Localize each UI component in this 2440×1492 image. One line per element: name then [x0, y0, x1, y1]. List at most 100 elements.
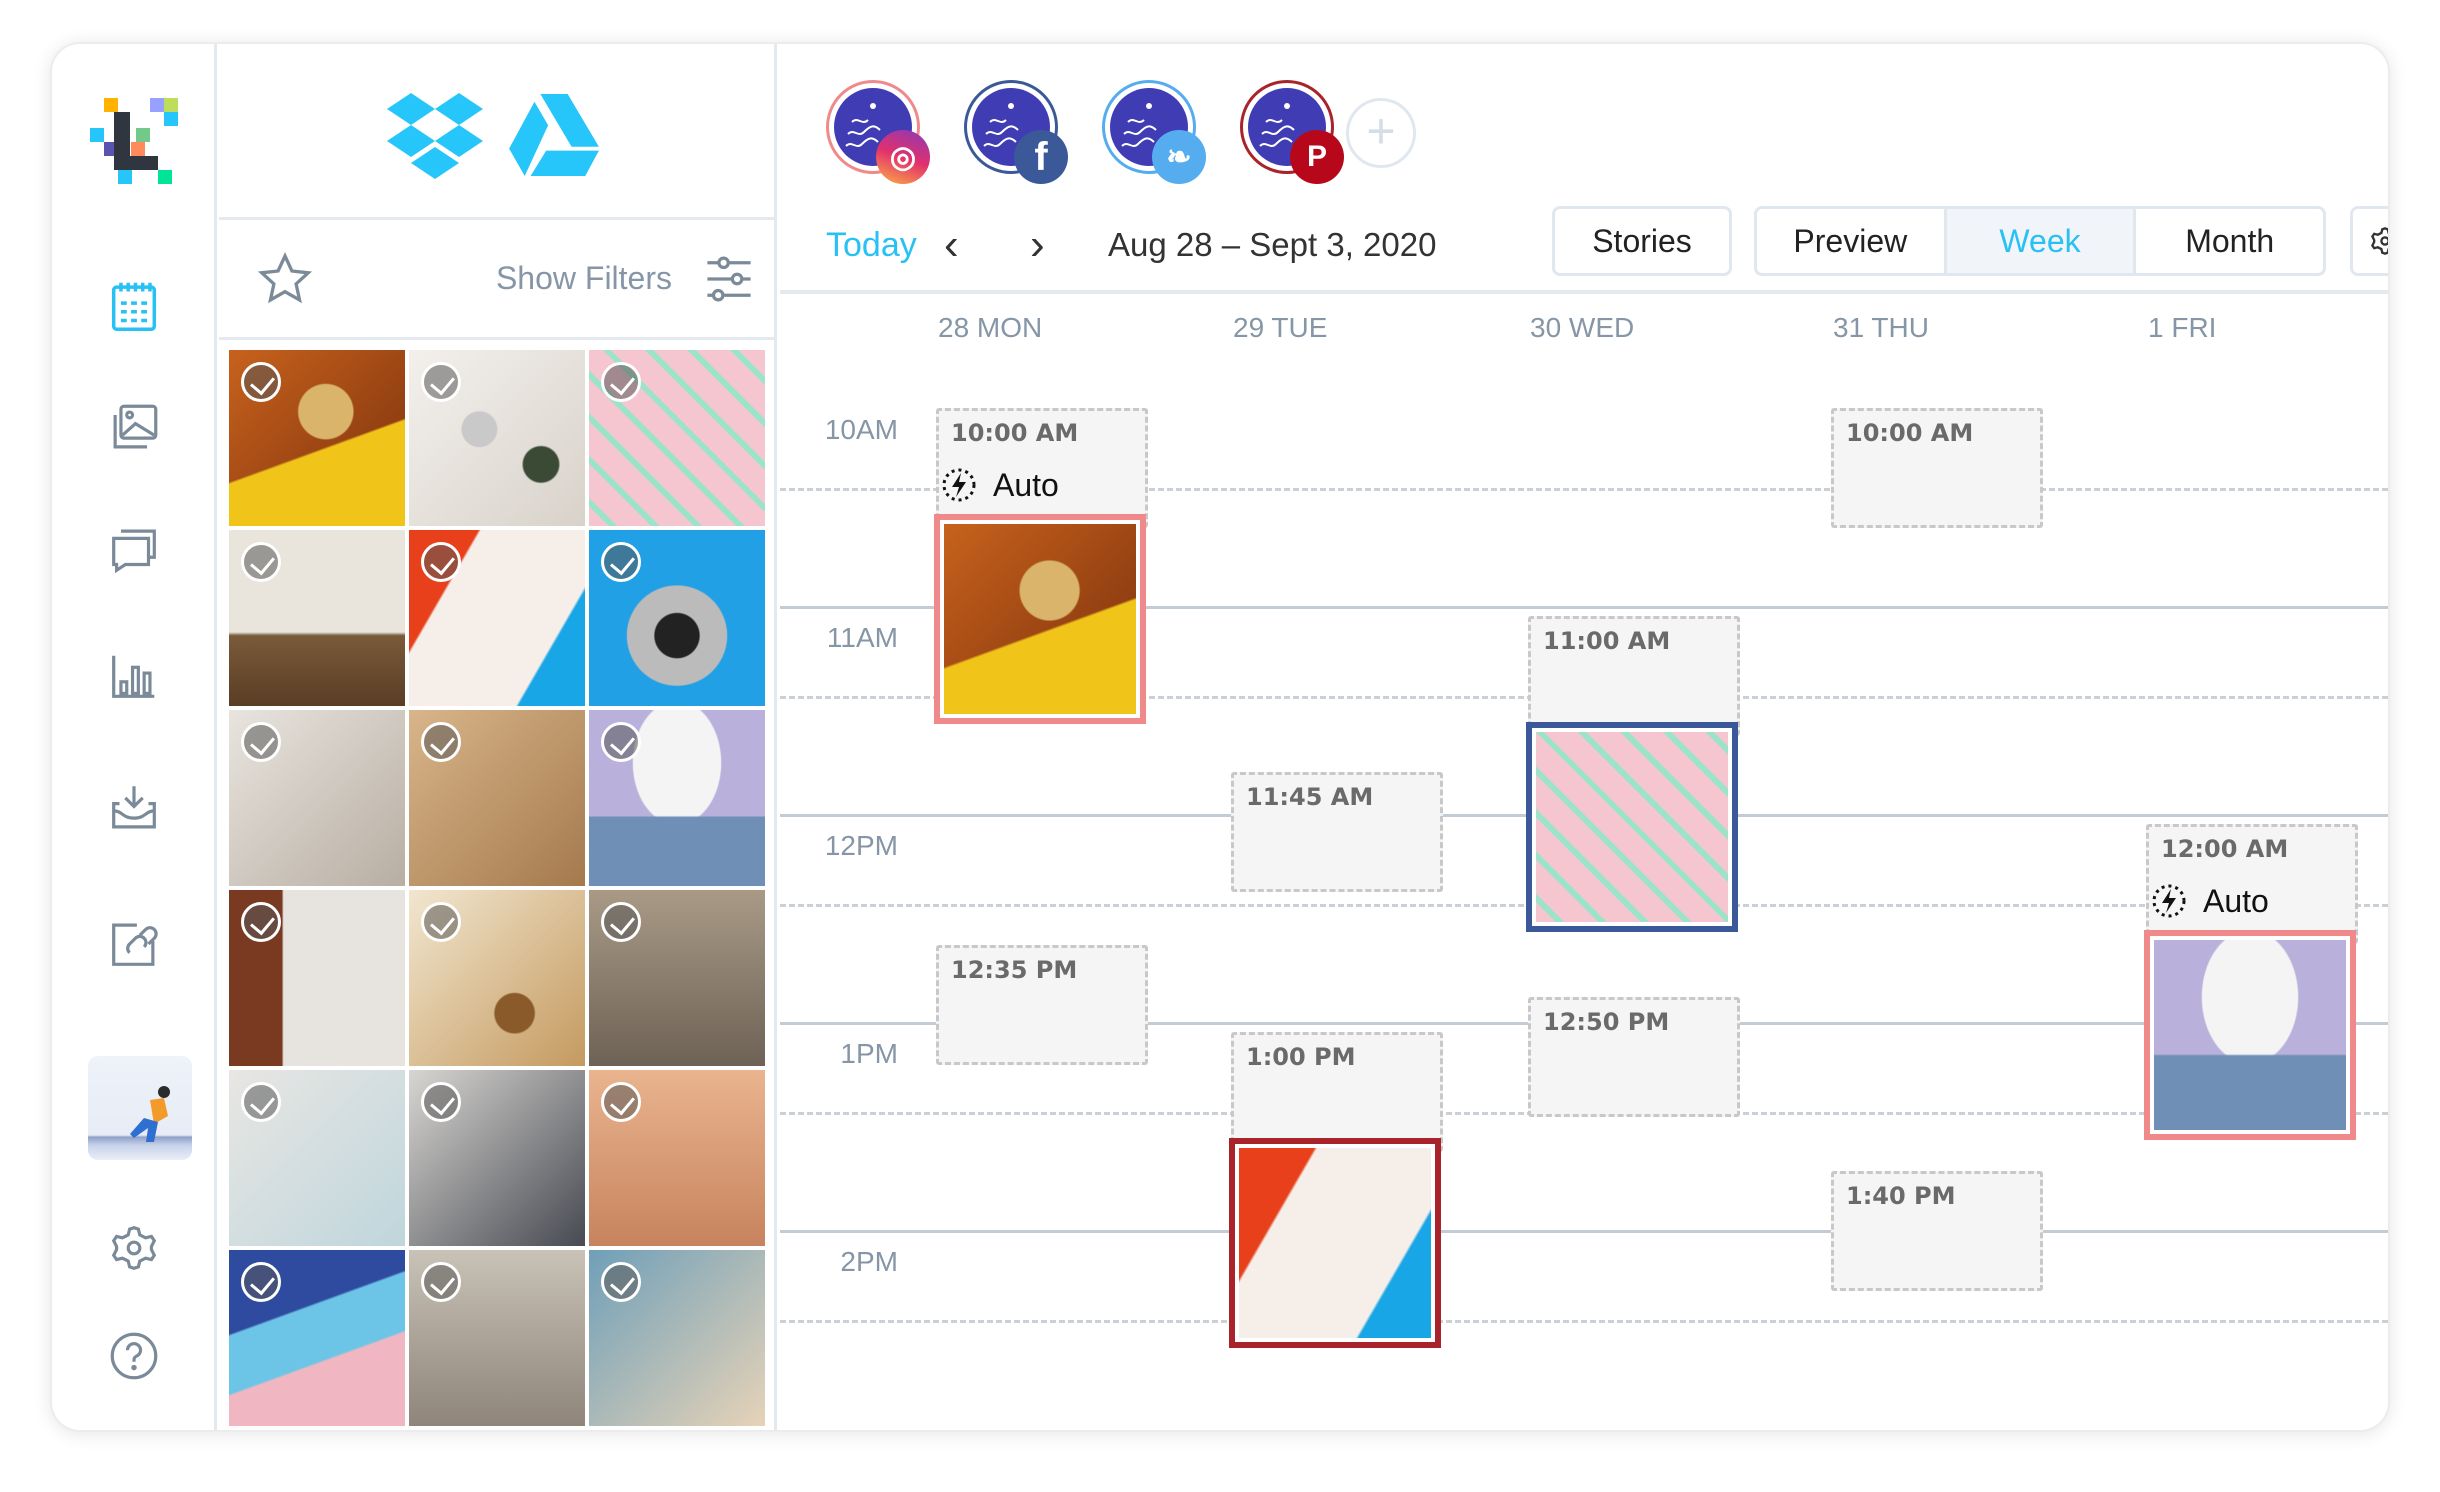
avatar-photo — [130, 1086, 170, 1142]
media-sources — [219, 44, 774, 220]
media-tile[interactable] — [229, 710, 405, 886]
check-circle-icon[interactable] — [241, 362, 281, 402]
media-tile[interactable] — [409, 890, 585, 1066]
sidebar-item-analytics[interactable] — [102, 644, 166, 708]
account-instagram[interactable]: ◎ — [826, 80, 930, 184]
add-account-button[interactable]: + — [1346, 98, 1416, 168]
media-tile[interactable] — [409, 710, 585, 886]
hour-label: 11AM — [826, 622, 898, 653]
scheduled-post[interactable] — [2144, 930, 2356, 1140]
check-circle-icon[interactable] — [241, 542, 281, 582]
show-filters-button[interactable]: Show Filters — [496, 260, 672, 297]
media-tile[interactable] — [229, 1250, 405, 1426]
inbox-download-icon — [112, 786, 156, 829]
scheduled-post[interactable] — [1229, 1138, 1441, 1348]
day-header: 28 MON — [938, 312, 1043, 343]
check-circle-icon[interactable] — [421, 902, 461, 942]
media-tile[interactable] — [409, 1250, 585, 1426]
time-slot[interactable]: 10:00 AM Auto — [936, 408, 1148, 528]
account-pinterest[interactable]: P — [1240, 80, 1344, 184]
media-tile[interactable] — [229, 890, 405, 1066]
dropbox-icon[interactable] — [387, 92, 483, 182]
check-circle-icon[interactable] — [601, 1262, 641, 1302]
sidebar-item-calendar[interactable] — [102, 274, 166, 338]
auto-publish: Auto — [2149, 881, 2269, 921]
post-thumbnail — [2154, 940, 2346, 1130]
bar-chart-icon — [112, 655, 155, 698]
google-drive-icon[interactable] — [509, 94, 599, 176]
chevron-left-icon[interactable]: ‹ — [944, 220, 959, 270]
media-tile[interactable] — [589, 1250, 765, 1426]
check-circle-icon[interactable] — [601, 722, 641, 762]
time-slot[interactable]: 1:40 PM — [1831, 1170, 2043, 1291]
media-tile[interactable] — [589, 890, 765, 1066]
time-slot[interactable]: 11:45 AM — [1231, 772, 1443, 892]
media-tile[interactable] — [589, 350, 765, 526]
view-month[interactable]: Month — [2136, 209, 2323, 273]
today-button[interactable]: Today — [826, 226, 917, 265]
check-circle-icon[interactable] — [421, 1082, 461, 1122]
hour-label: 2PM — [840, 1246, 898, 1277]
time-slot[interactable]: 1:00 PM — [1231, 1032, 1443, 1152]
media-tile[interactable] — [589, 1070, 765, 1246]
media-tile[interactable] — [229, 1070, 405, 1246]
sidebar-item-help[interactable] — [102, 1324, 166, 1388]
media-tile[interactable] — [409, 530, 585, 706]
calendar-settings-button[interactable] — [2350, 206, 2388, 276]
check-circle-icon[interactable] — [421, 362, 461, 402]
hour-label: 10AM — [824, 414, 898, 445]
star-icon[interactable] — [255, 250, 315, 310]
app-logo[interactable] — [86, 92, 190, 196]
media-tile[interactable] — [229, 350, 405, 526]
time-slot[interactable]: 11:00 AM — [1528, 616, 1740, 736]
view-preview[interactable]: Preview — [1757, 209, 1947, 273]
gear-icon — [2371, 227, 2388, 255]
check-circle-icon[interactable] — [421, 722, 461, 762]
stories-button[interactable]: Stories — [1552, 206, 1732, 276]
check-circle-icon[interactable] — [241, 902, 281, 942]
time-slot[interactable]: 12:35 PM — [936, 945, 1148, 1066]
sidebar-item-media[interactable] — [102, 396, 166, 460]
media-tile[interactable] — [229, 530, 405, 706]
calendar-panel: ◎ f ❧ P + Today ‹ › Aug 28 – Sept 3, 2020 S… — [780, 44, 2388, 1430]
media-tile[interactable] — [589, 710, 765, 886]
check-circle-icon[interactable] — [601, 902, 641, 942]
date-range: Aug 28 – Sept 3, 2020 — [1108, 226, 1437, 263]
time-slot[interactable]: 12:00 AM Auto — [2146, 824, 2358, 944]
scheduled-post[interactable] — [934, 514, 1146, 724]
link-edit-icon — [112, 923, 158, 966]
account-facebook[interactable]: f — [964, 80, 1068, 184]
sidebar-item-conversations[interactable] — [102, 518, 166, 582]
auto-publish-icon — [942, 468, 976, 502]
check-circle-icon[interactable] — [241, 722, 281, 762]
check-circle-icon[interactable] — [421, 542, 461, 582]
sidebar-item-link-in-bio[interactable] — [102, 912, 166, 976]
scheduled-post[interactable] — [1526, 722, 1738, 932]
sidebar-item-inbox[interactable] — [102, 776, 166, 840]
account-twitter[interactable]: ❧ — [1102, 80, 1206, 184]
media-tile[interactable] — [409, 1070, 585, 1246]
profile-avatar[interactable] — [88, 1056, 192, 1160]
time-slot[interactable]: 10:00 AM — [1831, 408, 2043, 528]
gear-icon — [111, 1226, 157, 1270]
check-circle-icon[interactable] — [241, 1082, 281, 1122]
sliders-icon[interactable] — [702, 252, 756, 306]
check-circle-icon[interactable] — [601, 362, 641, 402]
check-circle-icon[interactable] — [601, 542, 641, 582]
media-tile[interactable] — [589, 530, 765, 706]
instagram-icon: ◎ — [876, 130, 930, 184]
help-icon — [110, 1332, 158, 1380]
media-tile[interactable] — [409, 350, 585, 526]
chevron-right-icon[interactable]: › — [1030, 220, 1045, 270]
view-week[interactable]: Week — [1946, 209, 2137, 273]
plus-icon: + — [1366, 103, 1396, 159]
media-grid — [229, 350, 765, 1426]
slot-time: 12:35 PM — [951, 956, 1078, 985]
slot-time: 12:00 AM — [2161, 835, 2289, 863]
check-circle-icon[interactable] — [601, 1082, 641, 1122]
time-slot[interactable]: 12:50 PM — [1528, 997, 1740, 1118]
check-circle-icon[interactable] — [241, 1262, 281, 1302]
sidebar-item-settings[interactable] — [102, 1216, 166, 1280]
hour-label: 12PM — [824, 830, 898, 861]
check-circle-icon[interactable] — [421, 1262, 461, 1302]
